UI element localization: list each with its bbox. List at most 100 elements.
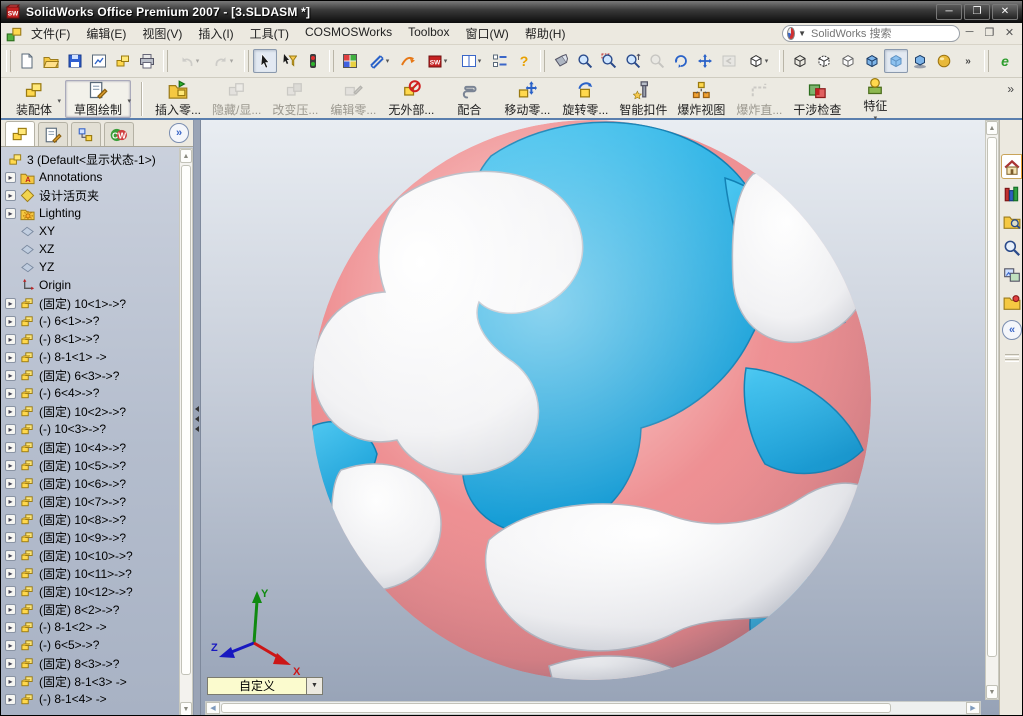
expander-icon[interactable]: ▸ [5,657,16,669]
save-button[interactable] [63,49,87,73]
exploded-view-button[interactable]: 爆炸视图 [672,80,730,118]
expander-icon[interactable]: ▸ [5,531,16,543]
tree-item[interactable]: ▸XY [1,222,179,240]
expander-icon[interactable]: ▸ [5,639,16,651]
tree-item[interactable]: ▸ (固定) 10<11>->? [1,564,179,582]
scroll-down-icon[interactable]: ▼ [986,685,998,699]
expander-icon[interactable]: ▸ [5,585,16,597]
expander-icon[interactable]: ▸ [5,189,16,201]
tree-item[interactable]: ▸ (固定) 8-1<3> -> [1,672,179,690]
hscroll-thumb[interactable] [221,703,891,713]
smart-fasteners-button[interactable]: 智能扣件 [614,80,672,118]
redo-button[interactable]: ▾ [206,49,240,73]
rotate-view-button[interactable] [669,49,693,73]
new-button[interactable] [15,49,39,73]
expander-icon[interactable]: ▸ [5,423,16,435]
realview-button[interactable] [932,49,956,73]
taskpane-home-button[interactable] [1000,154,1022,179]
mate-button[interactable]: 配合 [440,80,498,118]
expander-icon[interactable]: ▸ [5,675,16,687]
stoplight-button[interactable] [301,49,325,73]
tree-item[interactable]: ▸ (-) 8-1<4> -> [1,690,179,708]
dropdown-arrow-icon[interactable]: ▾ [58,97,62,105]
expander-icon[interactable]: ▸ [5,549,16,561]
cosmosxpress-button[interactable] [396,49,420,73]
options-button[interactable] [488,49,512,73]
close-button[interactable]: ✕ [992,4,1018,20]
panel-splitter[interactable] [194,120,201,715]
tree-item[interactable]: ▸ (固定) 10<10>->? [1,546,179,564]
previous-view-button[interactable] [717,49,741,73]
task-pane-grip[interactable] [1005,354,1019,357]
shaded-with-edges-button[interactable] [860,49,884,73]
vertical-scrollbar[interactable]: ▲ ▼ [985,120,999,700]
zoom-area-button[interactable] [597,49,621,73]
expander-icon[interactable]: ▸ [5,333,16,345]
tree-item[interactable]: ▸ (固定) 10<8>->? [1,510,179,528]
featuremanager-tab[interactable] [5,121,35,146]
soccer-ball-model[interactable] [201,120,999,700]
mdi-minimize-button[interactable]: ─ [963,26,976,39]
menu-insert[interactable]: 插入(I) [190,23,241,44]
shadows-button[interactable] [908,49,932,73]
expander-icon[interactable]: ▸ [5,459,16,471]
scroll-down-icon[interactable]: ▼ [180,702,192,715]
tree-item[interactable]: ▸ (-) 10<3>->? [1,420,179,438]
tree-item[interactable]: ▸ (固定) 10<5>->? [1,456,179,474]
tree-item[interactable]: ▸XZ [1,240,179,258]
tree-item[interactable]: ▸ (固定) 8<2>->? [1,600,179,618]
scroll-right-icon[interactable]: ▶ [966,702,980,714]
toolbar-overflow-button[interactable]: » [956,49,980,73]
task-pane-grip[interactable] [1005,359,1019,362]
search-dropdown-icon[interactable]: ▼ [798,29,806,38]
select-button[interactable] [253,49,277,73]
tree-item[interactable]: ▸ (固定) 10<6>->? [1,474,179,492]
commandmanager-tab-sketch[interactable]: 草图绘制 ▾ [65,80,132,118]
hide-show-button[interactable]: 隐藏/显... [207,80,266,118]
tree-item[interactable]: ▸YZ [1,258,179,276]
search-input[interactable] [809,26,955,41]
zoom-in-out-button[interactable] [621,49,645,73]
interference-detection-button[interactable]: 干涉检查 [788,80,846,118]
menu-cosmosworks[interactable]: COSMOSWorks [297,23,400,44]
measure-button[interactable]: ▾ [362,49,396,73]
expander-icon[interactable]: ▸ [5,495,16,507]
expander-icon[interactable]: ▸ [5,405,16,417]
commandmanager-tab-assembly[interactable]: 装配体 ▾ [7,80,61,118]
expander-icon[interactable]: ▸ [5,351,16,363]
cosmosworks-manager-tab[interactable]: CW [104,122,134,146]
task-pane-collapse-icon[interactable]: « [1002,320,1022,340]
features-button[interactable]: 特征 ▾ [846,77,904,122]
change-suppression-button[interactable]: 改变压... [266,80,324,118]
menu-help[interactable]: 帮助(H) [517,23,574,44]
undo-button[interactable]: ▾ [172,49,206,73]
tree-item[interactable]: ▸ Lighting [1,204,179,222]
configurationmanager-tab[interactable] [71,122,101,146]
restore-button[interactable]: ❐ [964,4,990,20]
menu-edit[interactable]: 编辑(E) [78,23,134,44]
dropdown-arrow-icon[interactable]: ▾ [444,57,448,65]
expander-icon[interactable]: ▸ [5,171,16,183]
mdi-close-button[interactable]: ✕ [1003,26,1016,39]
tree-item[interactable]: ▸ (固定) 10<7>->? [1,492,179,510]
tree-item[interactable]: ▸ (-) 6<5>->? [1,636,179,654]
menu-tools[interactable]: 工具(T) [242,23,297,44]
tree-scrollbar[interactable]: ▲ ▼ [179,148,193,715]
tree-item[interactable]: ▸3 (Default<显示状态-1>) [1,150,179,168]
search-box[interactable]: ▼ [782,25,960,42]
view-preset-combo[interactable]: 自定义 ▼ [207,677,323,695]
tree-item[interactable]: ▸ (-) 8-1<2> -> [1,618,179,636]
expander-icon[interactable]: ▸ [5,387,16,399]
vscroll-thumb[interactable] [987,137,997,657]
tree-item[interactable]: ▸ 设计活页夹 [1,186,179,204]
tree-item[interactable]: ▸ (-) 6<4>->? [1,384,179,402]
scroll-up-icon[interactable]: ▲ [180,149,192,163]
tree-item[interactable]: ▸ (固定) 10<1>->? [1,294,179,312]
hidden-lines-visible-button[interactable] [812,49,836,73]
help-button[interactable]: ? [512,49,536,73]
pan-button[interactable] [693,49,717,73]
combo-dropdown-icon[interactable]: ▼ [307,677,323,695]
taskpane-solidworks-resources-button[interactable] [1001,181,1023,206]
sw-resources-button[interactable]: SW ▾ [420,49,454,73]
graphics-viewport[interactable]: Y Z X 自定义 ▼ ◀ ▶ ▲ ▼ [201,120,999,715]
